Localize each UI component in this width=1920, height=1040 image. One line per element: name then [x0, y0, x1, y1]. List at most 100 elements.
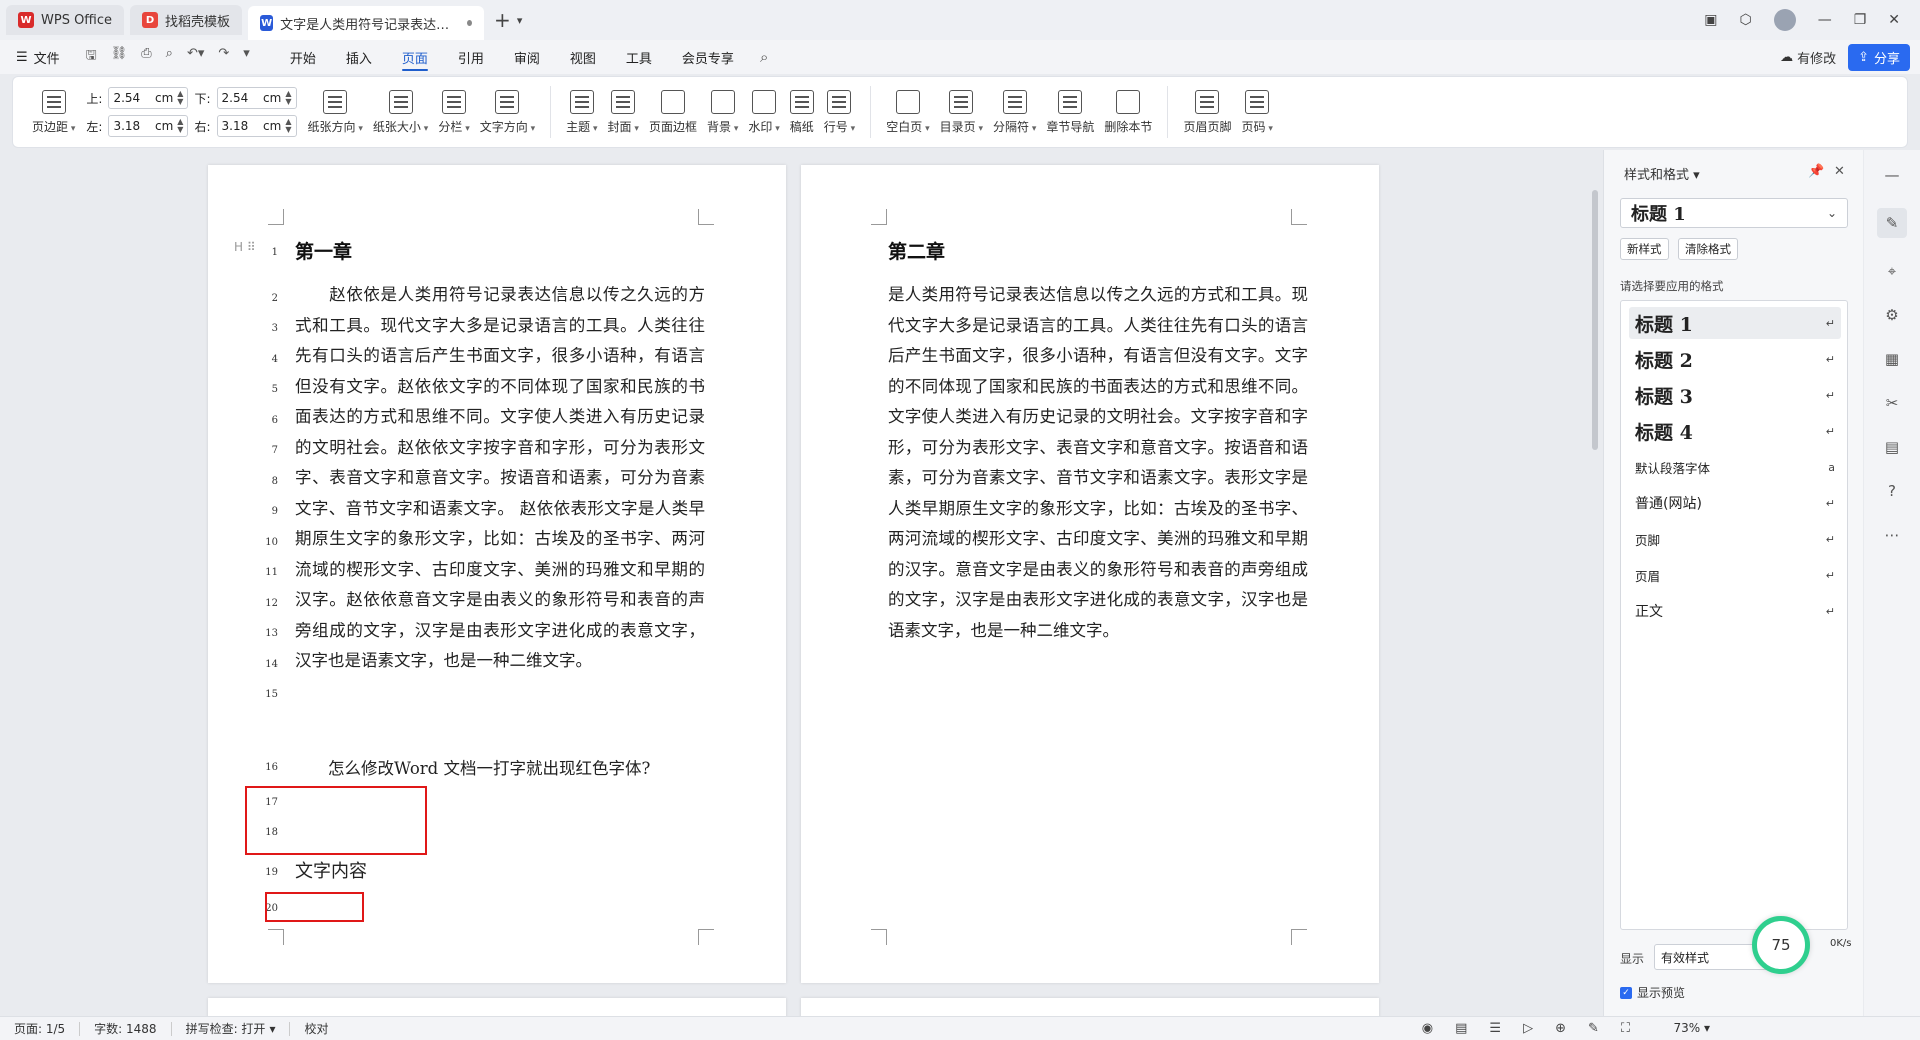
break-button[interactable]: 分隔符: [988, 82, 1041, 142]
watermark-button[interactable]: 水印: [743, 82, 784, 142]
spinner-icon[interactable]: ▲ ▼: [285, 118, 291, 134]
close-icon[interactable]: ✕: [1834, 164, 1845, 179]
style-brush-icon[interactable]: ✎: [1877, 208, 1907, 238]
close-icon[interactable]: ✕: [1888, 12, 1900, 28]
style-item-header[interactable]: 页眉 ↵: [1629, 559, 1841, 591]
page-2[interactable]: 第二章 是人类用符号记录表达信息以传之久远的方式和工具。现代文字大多是记录语言的…: [801, 165, 1379, 983]
menu-tab-review[interactable]: 审阅: [514, 40, 540, 74]
body-paragraph[interactable]: 赵依依是人类用符号记录表达信息以传之久远的方式和工具。现代文字大多是记录语言的工…: [295, 280, 705, 677]
zoom-level[interactable]: 73% ▾: [1673, 1021, 1710, 1035]
scrollbar-thumb[interactable]: [1592, 190, 1598, 450]
new-style-button[interactable]: 新样式: [1620, 238, 1669, 260]
columns-button[interactable]: 分栏: [433, 82, 474, 142]
page-border-button[interactable]: 页面边框: [644, 82, 702, 142]
show-preview-checkbox[interactable]: ✓ 显示预览: [1620, 984, 1685, 1001]
minimize-panel-icon[interactable]: —: [1881, 164, 1903, 186]
toc-page-button[interactable]: 目录页: [935, 82, 988, 142]
unsaved-dot-icon[interactable]: [467, 20, 473, 26]
modified-button[interactable]: ☁ 有修改: [1780, 48, 1836, 67]
outline-view-icon[interactable]: ☰: [1489, 1021, 1501, 1036]
more-icon[interactable]: ⋯: [1881, 524, 1903, 546]
menu-tab-view[interactable]: 视图: [570, 40, 596, 74]
page-view-icon[interactable]: ▤: [1455, 1021, 1467, 1036]
page-number-button[interactable]: 页码: [1236, 82, 1277, 142]
menu-tab-tools[interactable]: 工具: [626, 40, 652, 74]
blank-page-button[interactable]: 空白页: [881, 82, 934, 142]
tab-current-document[interactable]: W 文字是人类用符号记录表达信息以传之久远的方式和工具: [248, 6, 485, 40]
search-icon[interactable]: ⌕: [760, 48, 768, 66]
panel-title[interactable]: 样式和格式 ▾: [1624, 164, 1700, 183]
style-item-default-font[interactable]: 默认段落字体 a: [1629, 451, 1841, 483]
style-item-footer[interactable]: 页脚 ↵: [1629, 523, 1841, 555]
page-3-preview[interactable]: [208, 998, 786, 1016]
menu-tab-references[interactable]: 引用: [458, 40, 484, 74]
tab-wps-office[interactable]: W WPS Office: [6, 5, 125, 35]
menu-tab-membership[interactable]: 会员专享: [682, 40, 734, 74]
play-icon[interactable]: ▷: [1523, 1021, 1533, 1036]
chapter-heading[interactable]: 第一章: [295, 237, 352, 264]
bottom-margin-input[interactable]: 2.54 cm ▲ ▼: [216, 87, 297, 109]
save-icon[interactable]: 🖫: [86, 46, 97, 68]
clear-format-button[interactable]: 清除格式: [1678, 238, 1738, 260]
tab-list-button[interactable]: ▾: [517, 14, 523, 27]
tab-docer-templates[interactable]: D 找稻壳模板: [130, 5, 243, 35]
style-item-normal-web[interactable]: 普通(网站) ↵: [1629, 487, 1841, 519]
style-item-heading-4[interactable]: 标题 4 ↵: [1629, 415, 1841, 447]
layout-icon[interactable]: ▣: [1704, 12, 1717, 28]
link-icon[interactable]: ⛓: [111, 46, 128, 68]
content-line[interactable]: 文字内容: [295, 857, 367, 883]
page-indicator[interactable]: 页面: 1/5: [14, 1020, 65, 1037]
current-style-select[interactable]: 标题 1 ⌄: [1620, 198, 1848, 228]
style-item-heading-2[interactable]: 标题 2 ↵: [1629, 343, 1841, 375]
page-4-preview[interactable]: [801, 998, 1379, 1016]
file-menu[interactable]: ☰ 文件: [16, 48, 60, 67]
delete-section-button[interactable]: 删除本节: [1099, 82, 1157, 142]
top-margin-input[interactable]: 2.54 cm ▲ ▼: [108, 87, 189, 109]
spinner-icon[interactable]: ▲ ▼: [285, 90, 291, 106]
spinner-icon[interactable]: ▲ ▼: [177, 118, 183, 134]
help-icon[interactable]: ?: [1881, 480, 1903, 502]
header-footer-button[interactable]: 页眉页脚: [1178, 82, 1236, 142]
web-view-icon[interactable]: ⊕: [1555, 1021, 1566, 1036]
redo-icon[interactable]: ↷: [218, 46, 229, 68]
style-item-heading-1[interactable]: 标题 1 ↵: [1629, 307, 1841, 339]
manuscript-button[interactable]: 稿纸: [785, 82, 819, 142]
chapter-heading[interactable]: 第二章: [888, 237, 945, 264]
menu-tab-home[interactable]: 开始: [290, 40, 316, 74]
body-paragraph[interactable]: 是人类用符号记录表达信息以传之久远的方式和工具。现代文字大多是记录语言的工具。人…: [888, 280, 1308, 646]
menu-tab-insert[interactable]: 插入: [346, 40, 372, 74]
right-margin-input[interactable]: 3.18 cm ▲ ▼: [216, 115, 297, 137]
restore-icon[interactable]: ❐: [1854, 12, 1867, 28]
page-1[interactable]: H ⠿ 第一章 赵依依是人类用符号记录表达信息以传之久远的方式和工具。现代文字大…: [208, 165, 786, 983]
line-number-button[interactable]: 行号: [819, 82, 860, 142]
share-button[interactable]: ⇪ 分享: [1848, 44, 1910, 71]
spinner-icon[interactable]: ▲ ▼: [177, 90, 183, 106]
menu-tab-page[interactable]: 页面: [401, 40, 428, 74]
more-chevron-icon[interactable]: ▾: [243, 46, 250, 68]
eye-icon[interactable]: ◉: [1422, 1021, 1433, 1036]
pen-icon[interactable]: ✎: [1588, 1021, 1599, 1036]
orientation-button[interactable]: 纸张方向: [303, 82, 368, 142]
minimize-icon[interactable]: —: [1818, 12, 1832, 28]
style-item-body[interactable]: 正文 ↵: [1629, 595, 1841, 627]
select-cursor-icon[interactable]: ⌖: [1881, 260, 1903, 282]
cover-button[interactable]: 封面: [603, 82, 644, 142]
section-nav-button[interactable]: 章节导航: [1041, 82, 1099, 142]
word-count[interactable]: 字数: 1488: [94, 1020, 156, 1037]
adjust-icon[interactable]: ⚙: [1881, 304, 1903, 326]
spell-check[interactable]: 拼写检查: 打开 ▾: [186, 1020, 276, 1037]
avatar[interactable]: [1773, 9, 1796, 31]
tools-icon[interactable]: ✂: [1881, 392, 1903, 414]
text-direction-button[interactable]: 文字方向: [475, 82, 540, 142]
theme-button[interactable]: 主题: [561, 82, 602, 142]
paper-size-button[interactable]: 纸张大小: [368, 82, 433, 142]
pin-icon[interactable]: 📌: [1808, 164, 1824, 179]
vertical-scrollbar[interactable]: [1588, 150, 1602, 1016]
background-button[interactable]: 背景: [702, 82, 743, 142]
question-line[interactable]: 怎么修改Word 文档一打字就出现红色字体?: [295, 755, 650, 779]
print-preview-icon[interactable]: ⌕: [166, 46, 173, 68]
cube-icon[interactable]: ⬡: [1739, 12, 1751, 28]
left-margin-input[interactable]: 3.18 cm ▲ ▼: [108, 115, 189, 137]
proofread-button[interactable]: 校对: [304, 1020, 328, 1037]
fit-screen-icon[interactable]: ⛶: [1621, 1021, 1630, 1036]
